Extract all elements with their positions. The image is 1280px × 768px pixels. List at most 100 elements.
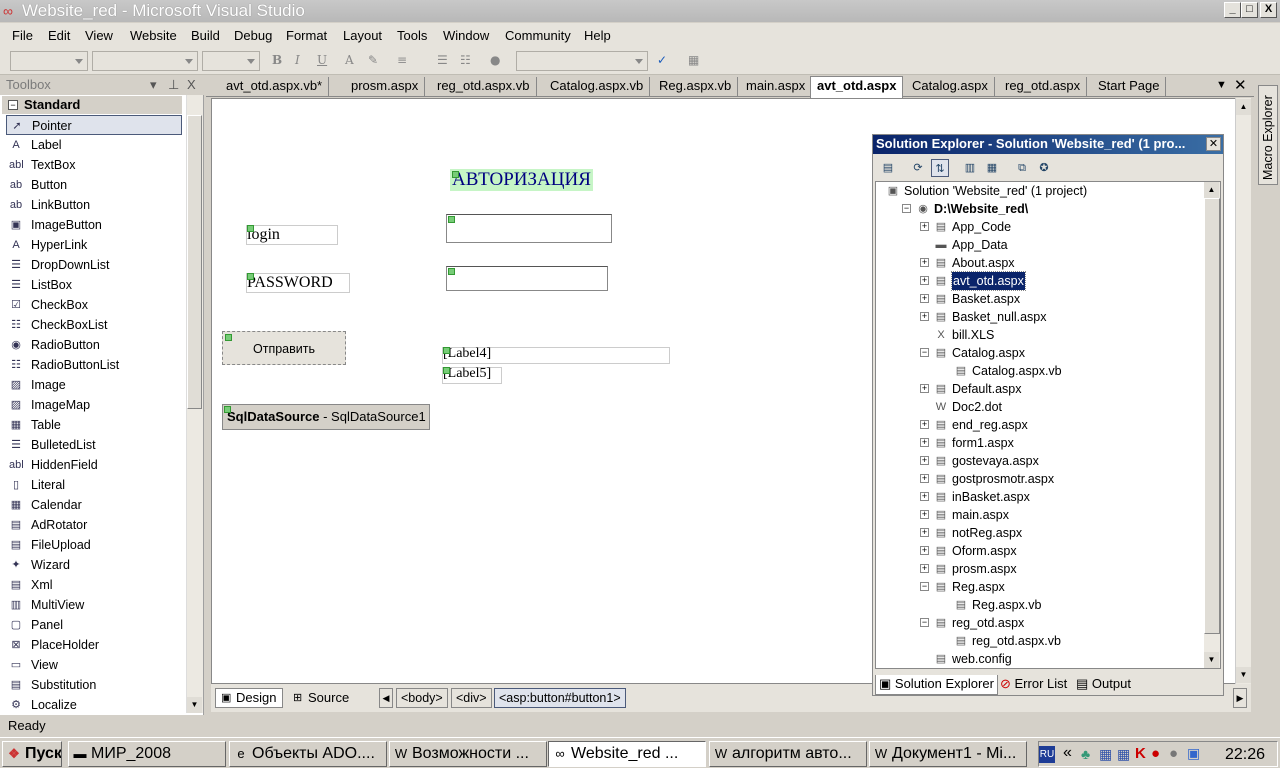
tray-app-icon[interactable]: ♣ [1081,746,1090,762]
taskbar-button[interactable]: ▬ МИР_2008 [68,741,226,767]
expand-icon[interactable]: + [920,564,929,573]
nest-related-files-icon[interactable]: ⇅ [931,159,949,177]
toolbox-item[interactable]: ☰ BulletedList [6,435,182,455]
doc-tab[interactable]: reg_otd.aspx.vb [431,77,537,97]
scroll-down-icon[interactable]: ▼ [187,697,202,713]
properties-icon[interactable]: ▦ [688,53,699,67]
menu-format[interactable]: Format [286,28,327,43]
doc-tab[interactable]: Start Page [1092,77,1167,97]
expand-icon[interactable]: + [920,222,929,231]
toolbox-item[interactable]: ➚ Pointer [6,115,182,135]
view-designer-icon[interactable]: ▦ [983,159,1001,177]
collapse-icon[interactable]: − [902,204,911,213]
expand-icon[interactable]: + [920,438,929,447]
tree-node[interactable]: ▣ Solution 'Website_red' (1 project) [876,182,1196,200]
tree-node[interactable]: − ▤ reg_otd.aspx [876,614,1196,632]
tree-node[interactable]: + ▤ App_Code [876,218,1196,236]
toolbox-scroll-thumb[interactable] [187,115,202,409]
bulleted-list-icon[interactable]: ☰ [437,53,448,67]
login-textbox[interactable] [446,214,612,243]
crumb-body[interactable]: <body> [396,688,448,708]
collapse-icon[interactable]: − [8,100,18,110]
collapse-icon[interactable]: − [920,348,929,357]
network2-icon[interactable]: ▦ [1117,746,1130,763]
tree-node[interactable]: + ▤ prosm.aspx [876,560,1196,578]
scroll-up-icon[interactable]: ▲ [1236,99,1251,115]
align-icon[interactable]: ≡ [397,53,407,67]
scroll-up-icon[interactable]: ▲ [1204,182,1219,198]
toolbox-item[interactable]: abl HiddenField [6,455,182,475]
toolbox-item[interactable]: ▨ ImageMap [6,395,182,415]
source-view-button[interactable]: ⊞ Source [287,688,357,708]
crumb-left-icon[interactable]: ◀ [379,688,393,708]
toolbox-section-standard[interactable]: − Standard [2,96,182,114]
expand-icon[interactable]: + [920,420,929,429]
tree-node[interactable]: − ▤ Catalog.aspx [876,344,1196,362]
toolbox-item[interactable]: ▢ Panel [6,615,182,635]
font-color-icon[interactable]: A [345,53,354,67]
crumb-button[interactable]: <asp:button#button1> [494,688,626,708]
designer-scrollbar[interactable] [1235,98,1251,684]
menu-view[interactable]: View [85,28,113,43]
toolbox-item[interactable]: ☷ RadioButtonList [6,355,182,375]
tray-icon-red[interactable]: ● [1151,745,1160,762]
menu-debug[interactable]: Debug [234,28,272,43]
italic-button[interactable]: I [295,53,300,67]
login-label-box[interactable]: login [246,225,338,245]
menu-layout[interactable]: Layout [343,28,382,43]
expand-icon[interactable]: + [920,294,929,303]
menu-website[interactable]: Website [130,28,177,43]
toolbox-item[interactable]: ▦ Table [6,415,182,435]
toolbox-item[interactable]: ab Button [6,175,182,195]
label4-box[interactable]: [Label4] [442,346,670,364]
toolbox-item[interactable]: ▤ AdRotator [6,515,182,535]
doc-tab[interactable]: Catalog.aspx.vb [544,77,651,97]
tree-node[interactable]: ▤ web.config [876,650,1196,668]
toolbox-item[interactable]: ▥ MultiView [6,595,182,615]
scroll-down-icon[interactable]: ▼ [1236,667,1251,683]
tree-node[interactable]: + ▤ About.aspx [876,254,1196,272]
numbered-list-icon[interactable]: ☷ [460,53,471,67]
tray-expand-icon[interactable]: « [1063,744,1072,762]
toolbox-item[interactable]: ▤ FileUpload [6,535,182,555]
sqldatasource-control[interactable]: SqlDataSource - SqlDataSource1 [222,404,430,430]
copy-website-icon[interactable]: ⧉ [1013,159,1031,177]
block-format-combo[interactable] [10,51,88,71]
underline-button[interactable]: U [317,53,327,67]
expand-icon[interactable]: + [920,546,929,555]
tree-node[interactable]: W Doc2.dot [876,398,1196,416]
menu-tools[interactable]: Tools [397,28,427,43]
toolbox-item[interactable]: A HyperLink [6,235,182,255]
scroll-down-icon[interactable]: ▼ [1204,652,1219,668]
tree-node[interactable]: + ▤ main.aspx [876,506,1196,524]
doc-tab[interactable]: avt_otd.aspx.vb* [220,77,330,97]
tab-list-icon[interactable]: ▼ [1216,79,1227,91]
menu-help[interactable]: Help [584,28,611,43]
tab-error-list[interactable]: ⊘ Error List [997,675,1070,695]
doc-tab[interactable]: main.aspx [740,77,813,97]
toolbox-item[interactable]: ▭ View [6,655,182,675]
hyperlink-icon[interactable]: ● [490,53,500,67]
crumb-div[interactable]: <div> [451,688,492,708]
asp-net-config-icon[interactable]: ✪ [1035,159,1053,177]
expand-icon[interactable]: + [920,384,929,393]
close-document-icon[interactable]: ✕ [1234,76,1247,94]
toolbox-item[interactable]: ab LinkButton [6,195,182,215]
tree-node[interactable]: + ▤ Basket.aspx [876,290,1196,308]
taskbar-button[interactable]: W Документ1 - Mi... [869,741,1027,767]
taskbar-button[interactable]: Wалгоритм авто... [709,741,867,767]
expand-icon[interactable]: + [920,474,929,483]
taskbar-button[interactable]: W Возможности ... [389,741,547,767]
design-view-button[interactable]: ▣ Design [215,688,284,708]
tree-node[interactable]: + ▤ gostevaya.aspx [876,452,1196,470]
heading-label-box[interactable]: АВТОРИЗАЦИЯ [450,169,593,191]
menu-build[interactable]: Build [191,28,220,43]
bold-button[interactable]: B [272,53,282,67]
tray-icon-gray[interactable]: ● [1169,745,1178,762]
tree-node[interactable]: ▬ App_Data [876,236,1196,254]
tree-node[interactable]: ▤ Catalog.aspx.vb [876,362,1196,380]
pin-icon[interactable]: ⊥ [168,77,179,93]
toolbox-item[interactable]: ☑ CheckBox [6,295,182,315]
font-size-combo[interactable] [202,51,260,71]
toolbox-item[interactable]: abl TextBox [6,155,182,175]
